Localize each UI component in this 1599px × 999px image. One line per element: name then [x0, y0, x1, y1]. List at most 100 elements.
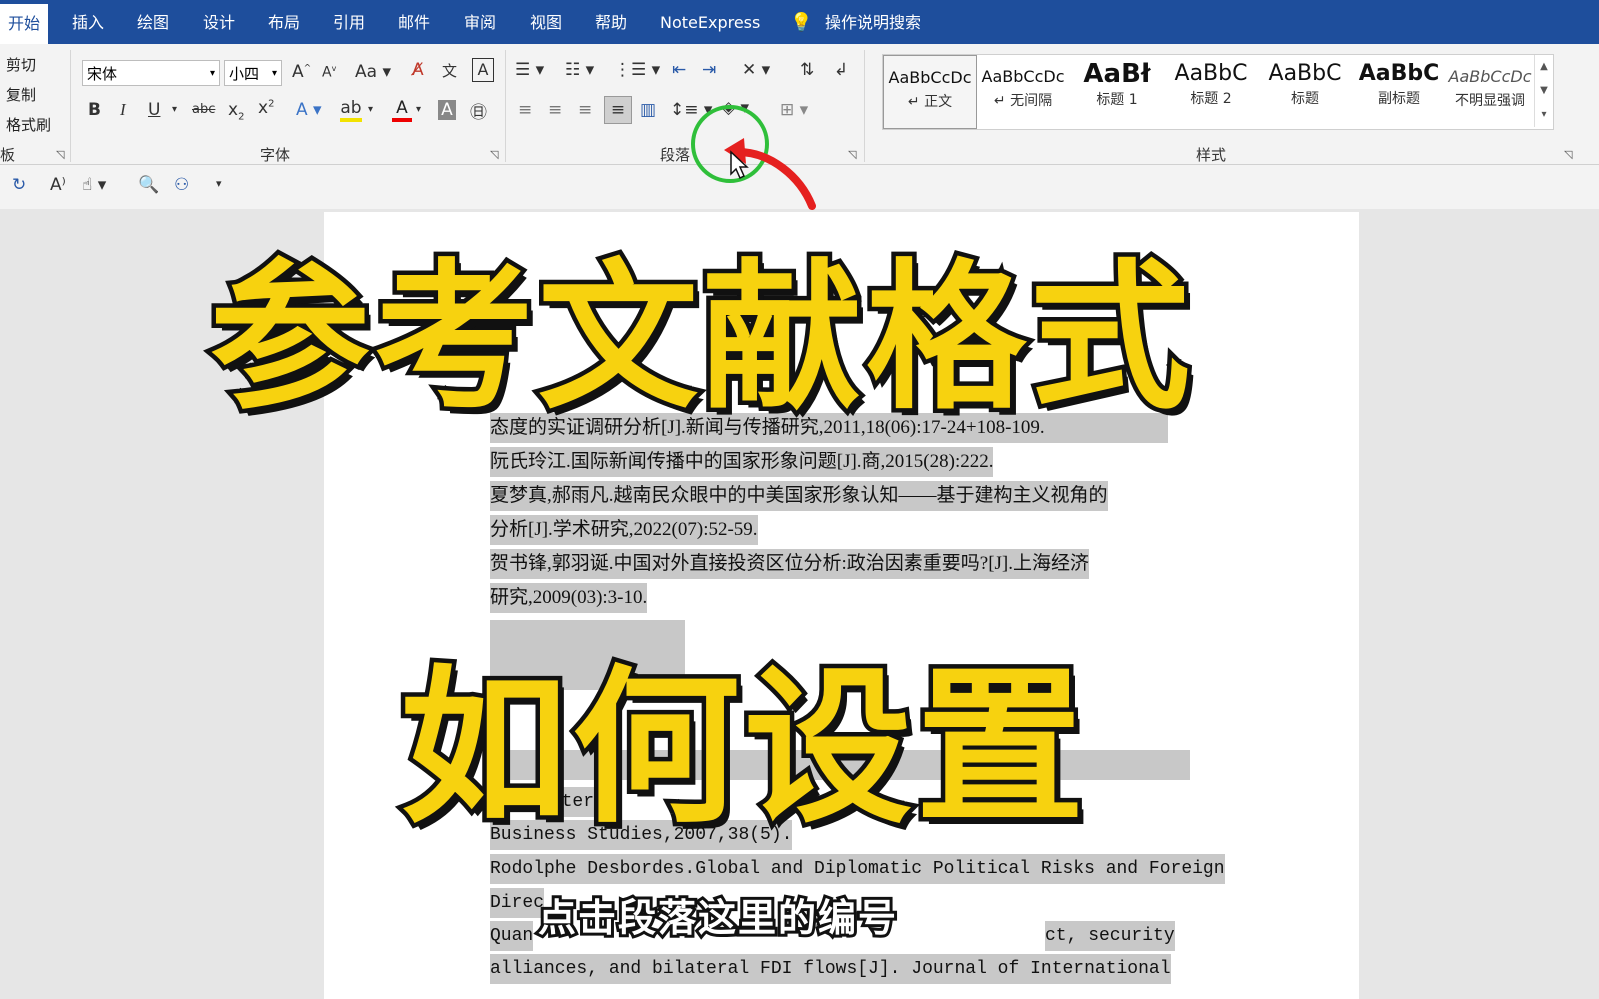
reference-fragment: ct, security	[1045, 921, 1175, 951]
asian-layout-icon[interactable]: ✕ ▾	[742, 60, 770, 80]
tab-layout[interactable]: 布局	[268, 0, 300, 44]
enclose-characters-icon[interactable]: ㊐	[470, 98, 487, 123]
bullets-icon[interactable]: ☰ ▾	[515, 60, 544, 80]
chevron-down-icon[interactable]: ▾	[368, 104, 373, 115]
styles-group-label: 样式	[1196, 146, 1227, 164]
clear-formatting-icon[interactable]: A̸	[412, 60, 424, 80]
read-aloud-icon[interactable]: A⁾	[50, 175, 66, 195]
style-preview: AaBł	[1083, 59, 1151, 89]
font-size-value: 小四	[229, 65, 260, 83]
style-normal[interactable]: AaBbCcDc ↵ 正文	[883, 55, 977, 129]
shading-icon[interactable]: ◈ ▾	[722, 98, 749, 118]
format-painter-button[interactable]: 格式刷	[6, 114, 51, 135]
reference-line: 研究,2009(03):3-10.	[490, 583, 648, 613]
text-effects-icon[interactable]: A ▾	[296, 100, 322, 120]
style-subtitle[interactable]: AaBbC 副标题	[1353, 55, 1445, 127]
align-center-icon[interactable]: ≡	[548, 100, 562, 120]
style-heading-1[interactable]: AaBł 标题 1	[1071, 55, 1163, 127]
change-case-button[interactable]: Aa ▾	[355, 62, 391, 82]
font-name-combo[interactable]: 宋体 ▾	[82, 60, 220, 86]
line-spacing-icon[interactable]: ↕≡ ▾	[670, 100, 712, 120]
underline-button[interactable]: U	[148, 100, 160, 120]
tab-references[interactable]: 引用	[333, 0, 365, 44]
print-preview-icon[interactable]: 🔍	[138, 175, 159, 195]
font-group-label: 字体	[260, 146, 291, 164]
overlay-subtitle: 点击段落这里的编号	[535, 893, 899, 943]
styles-scroll[interactable]: ▲ ▼ ▾	[1534, 55, 1553, 127]
justify-icon[interactable]: ≡	[604, 96, 632, 124]
shrink-font-icon[interactable]: Av	[322, 64, 336, 81]
strikethrough-button[interactable]: abc	[192, 102, 215, 117]
borders-icon[interactable]: ⊞ ▾	[780, 100, 808, 120]
chevron-down-icon[interactable]: ▾	[416, 104, 421, 115]
tab-view[interactable]: 视图	[530, 0, 562, 44]
character-shading-icon[interactable]: A	[438, 100, 456, 120]
group-divider	[70, 50, 71, 162]
tab-draw[interactable]: 绘图	[137, 0, 169, 44]
ribbon-tab-bar: 开始 插入 绘图 设计 布局 引用 邮件 审阅 视图 帮助 NoteExpres…	[0, 0, 1599, 44]
numbering-icon[interactable]: ☷ ▾	[565, 60, 594, 80]
style-name: 不明显强调	[1455, 93, 1525, 109]
redo-icon[interactable]: ↻	[12, 175, 26, 195]
grow-font-icon[interactable]: A^	[292, 62, 311, 82]
overlay-title-line2: 如何设置	[396, 646, 1089, 851]
chevron-down-icon[interactable]: ▾	[172, 104, 177, 115]
font-launcher-icon[interactable]: ◹	[490, 148, 498, 161]
chevron-down-icon: ▾	[271, 68, 277, 79]
reference-line: 贺书锋,郭羽诞.中国对外直接投资区位分析:政治因素重要吗?[J].上海经济	[490, 549, 1090, 579]
tab-review[interactable]: 审阅	[464, 0, 496, 44]
multilevel-list-icon[interactable]: ⋮☰ ▾	[614, 60, 660, 80]
cut-button[interactable]: 剪切	[6, 54, 36, 75]
increase-indent-icon[interactable]: ⇥	[702, 60, 716, 80]
styles-launcher-icon[interactable]: ◹	[1564, 148, 1572, 161]
style-subtle-emphasis[interactable]: AaBbCcDc 不明显强调	[1447, 55, 1533, 127]
style-preview: AaBbC	[1268, 61, 1342, 86]
highlight-color-icon[interactable]: ab	[340, 98, 362, 122]
change-case-label: Aa	[355, 62, 378, 82]
reference-line: Rodolphe Desbordes.Global and Diplomatic…	[490, 854, 1225, 884]
tab-noteexpress[interactable]: NoteExpress	[660, 0, 760, 44]
font-color-icon[interactable]: A	[392, 98, 412, 122]
style-no-spacing[interactable]: AaBbCcDc ↵ 无间隔	[977, 55, 1069, 127]
tab-insert[interactable]: 插入	[72, 0, 104, 44]
align-right-icon[interactable]: ≡	[578, 100, 592, 120]
tab-design[interactable]: 设计	[203, 0, 235, 44]
bold-button[interactable]: B	[88, 100, 101, 120]
styles-gallery: AaBbCcDc ↵ 正文 AaBbCcDc ↵ 无间隔 AaBł 标题 1 AaBb…	[882, 54, 1554, 130]
decrease-indent-icon[interactable]: ⇤	[672, 60, 686, 80]
tab-mailings[interactable]: 邮件	[398, 0, 430, 44]
reference-fragment: Direc	[490, 888, 545, 918]
style-title[interactable]: AaBbC 标题	[1259, 55, 1351, 127]
overlay-title-line1: 参考文献格式	[205, 240, 1195, 436]
tab-help[interactable]: 帮助	[595, 0, 627, 44]
style-preview: AaBbCcDc	[981, 67, 1065, 86]
clipboard-launcher-icon[interactable]: ◹	[56, 148, 64, 161]
customize-qat-icon[interactable]: ▾	[216, 177, 222, 190]
font-size-combo[interactable]: 小四 ▾	[224, 60, 282, 86]
ribbon: 剪切 复制 格式刷 板 ◹ 宋体 ▾ 小四 ▾ A^ Av Aa ▾ A̸ 文 A …	[0, 44, 1599, 165]
style-heading-2[interactable]: AaBbC 标题 2	[1165, 55, 1257, 127]
lightbulb-icon: 💡	[790, 12, 813, 33]
paragraph-launcher-icon[interactable]: ◹	[848, 148, 856, 161]
align-left-icon[interactable]: ≡	[518, 100, 532, 120]
clipboard-group-label: 板	[0, 146, 16, 164]
tab-home[interactable]: 开始	[0, 4, 49, 44]
reference-fragment: Quan	[490, 921, 534, 951]
character-border-icon[interactable]: A	[472, 58, 494, 82]
italic-button[interactable]: I	[120, 100, 126, 120]
font-name-value: 宋体	[87, 65, 118, 83]
style-preview: AaBbC	[1358, 61, 1440, 86]
touch-mode-icon[interactable]: ☝ ▾	[82, 175, 106, 195]
collaborate-icon[interactable]: ⚇	[174, 175, 189, 195]
copy-button[interactable]: 复制	[6, 84, 36, 105]
reference-line: 夏梦真,郝雨凡.越南民众眼中的中美国家形象认知——基于建构主义视角的	[490, 481, 1108, 511]
tell-me-search[interactable]: 操作说明搜索	[825, 0, 921, 44]
phonetic-guide-icon[interactable]: 文	[442, 60, 457, 81]
show-marks-icon[interactable]: ↲	[834, 60, 848, 80]
distributed-icon[interactable]: ▥	[640, 100, 656, 120]
style-name: ↵ 正文	[907, 94, 953, 110]
style-name: ↵ 无间隔	[993, 93, 1053, 109]
sort-icon[interactable]: ⇅	[800, 60, 814, 80]
superscript-icon[interactable]: x2	[258, 98, 274, 118]
subscript-icon[interactable]: x2	[228, 100, 244, 122]
